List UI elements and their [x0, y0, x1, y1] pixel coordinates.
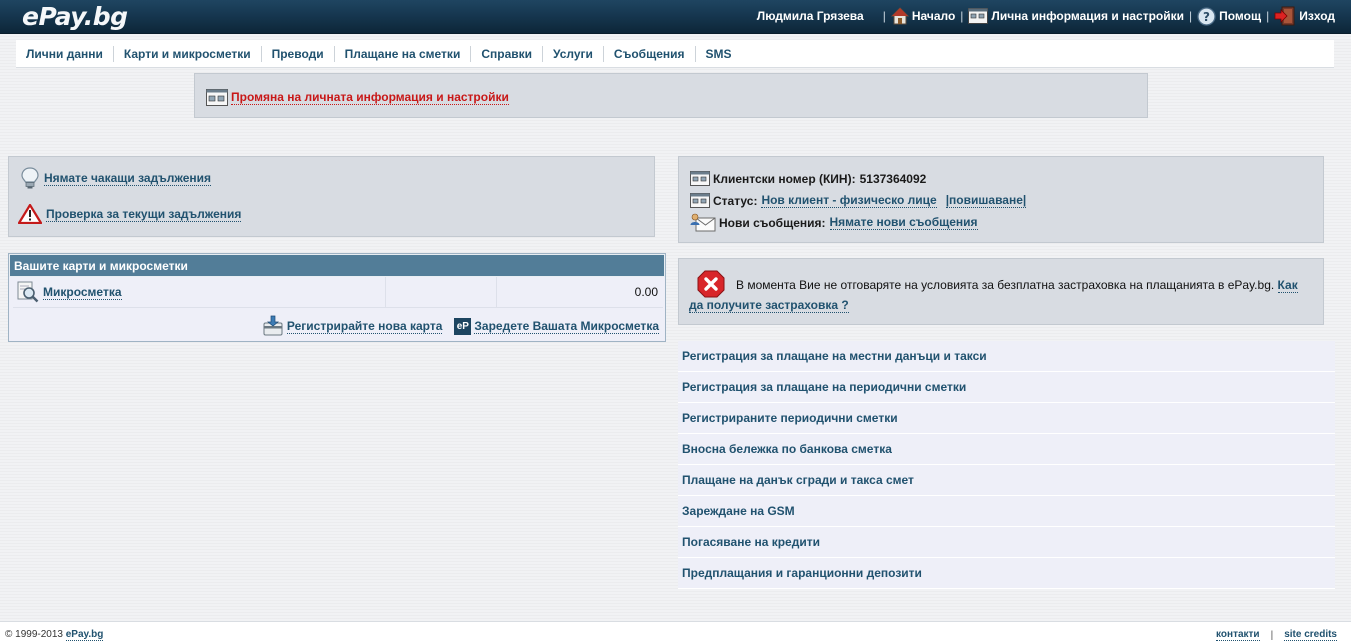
messages-row: Нови съобщения: Нямате нови съобщения — [690, 213, 978, 232]
check-obligations-row: Проверка за текущи задължения — [18, 204, 242, 224]
client-number-value: 5137364092 — [859, 171, 927, 186]
svg-text:?: ? — [1203, 10, 1210, 24]
id-window-icon — [690, 171, 710, 186]
service-link-prepayments[interactable]: Предплащания и гаранционни депозити — [682, 566, 922, 580]
help-icon: ? — [1197, 6, 1216, 26]
epay-badge-icon: eP — [454, 317, 472, 335]
settings-window-icon — [206, 89, 228, 106]
insurance-message: В момента Вие не отговаряте на условията… — [736, 278, 1275, 292]
contacts-link[interactable]: контакти — [1216, 629, 1260, 641]
home-icon — [890, 7, 909, 25]
nav-item-reports[interactable]: Справки — [471, 45, 544, 62]
mail-user-icon — [690, 213, 716, 232]
register-card-icon — [263, 315, 283, 336]
user-bar: Людмила Грязева | Начало | Лична информа… — [757, 6, 1335, 26]
copyright: © 1999-2013 ePay.bg — [5, 629, 104, 641]
settings-link[interactable]: Лична информация и настройки — [968, 8, 1184, 24]
new-messages-link[interactable]: Нямате нови съобщения — [829, 215, 978, 230]
user-name: Людмила Грязева — [756, 9, 864, 23]
status-row: Статус: Нов клиент - физическо лице |пов… — [690, 193, 1027, 208]
site-credits-link[interactable]: site credits — [1284, 629, 1337, 641]
list-item: Регистрация за плащане на местни данъци … — [678, 341, 1335, 372]
nav-item-transfers[interactable]: Преводи — [262, 45, 335, 62]
home-label: Начало — [911, 9, 956, 23]
topup-microaccount-link[interactable]: Заредете Вашата Микросметка — [474, 319, 659, 334]
settings-window-icon — [968, 8, 989, 24]
card-info-cell — [386, 277, 497, 307]
footer-brand-link[interactable]: ePay.bg — [65, 629, 104, 641]
top-header: ePay.bg Людмила Грязева | Начало | Лична… — [0, 0, 1351, 34]
settings-notice-row: Промяна на личната информация и настройк… — [206, 89, 509, 106]
separator: | — [1266, 9, 1270, 23]
services-links-panel: Регистрация за плащане на местни данъци … — [678, 341, 1335, 589]
list-item: Предплащания и гаранционни депозити — [678, 558, 1335, 589]
list-item: Вносна бележка по банкова сметка — [678, 434, 1335, 465]
upgrade-link[interactable]: |повишаване| — [945, 193, 1027, 208]
list-item: Регистрация за плащане на периодични сме… — [678, 372, 1335, 403]
card-name-cell: Микросметка — [13, 277, 386, 307]
magnifier-icon — [17, 281, 39, 303]
copyright-text: © 1999-2013 — [5, 629, 63, 640]
client-info-panel: Клиентски номер (КИН): 5137364092 Статус… — [678, 156, 1324, 243]
service-link-building-tax[interactable]: Плащане на данък сгради и такса смет — [682, 473, 914, 487]
card-balance-cell: 0.00 — [634, 285, 658, 299]
nav-item-cards[interactable]: Карти и микросметки — [114, 45, 262, 62]
settings-notice-panel: Промяна на личната информация и настройк… — [194, 73, 1148, 118]
nav-item-services[interactable]: Услуги — [543, 45, 604, 62]
separator: | — [1270, 629, 1274, 641]
microaccount-link[interactable]: Микросметка — [43, 285, 122, 300]
list-item: Зареждане на GSM — [678, 496, 1335, 527]
table-row: Микросметка 0.00 — [13, 277, 663, 308]
new-messages-label: Нови съобщения: — [719, 215, 826, 230]
main-nav: Лични данни Карти и микросметки Преводи … — [16, 40, 1334, 68]
list-item: Погасяване на кредити — [678, 527, 1335, 558]
no-pending-obligations-link[interactable]: Нямате чакащи задължения — [44, 171, 212, 186]
list-item: Регистрираните периодични сметки — [678, 403, 1335, 434]
client-number-row: Клиентски номер (КИН): 5137364092 — [690, 171, 926, 186]
help-label: Помощ — [1219, 9, 1262, 23]
footer-links: контакти | site credits — [1216, 629, 1337, 641]
nav-item-bill-payment[interactable]: Плащане на сметки — [335, 45, 472, 62]
client-number-label: Клиентски номер (КИН): — [713, 171, 856, 186]
status-label: Статус: — [713, 193, 758, 208]
logout-icon — [1274, 6, 1295, 26]
service-link-registered-periodic[interactable]: Регистрираните периодични сметки — [682, 411, 898, 425]
register-new-card-link[interactable]: Регистрирайте нова карта — [286, 319, 443, 334]
status-value-link[interactable]: Нов клиент - физическо лице — [761, 193, 937, 208]
cards-panel-title: Вашите карти и микросметки — [9, 254, 665, 277]
topup-action: eP Заредете Вашата Микросметка — [454, 317, 659, 335]
obligations-panel: Нямате чакащи задължения Проверка за тек… — [8, 156, 655, 237]
nav-item-personal-data[interactable]: Лични данни — [16, 45, 114, 62]
cards-panel: Вашите карти и микросметки Микросметка 0… — [8, 253, 666, 342]
settings-label: Лична информация и настройки — [991, 9, 1184, 23]
service-link-loan-repayment[interactable]: Погасяване на кредити — [682, 535, 820, 549]
separator: | — [882, 9, 886, 23]
home-link[interactable]: Начало — [890, 7, 956, 25]
check-current-obligations-link[interactable]: Проверка за текущи задължения — [46, 207, 242, 222]
logout-link[interactable]: Изход — [1274, 6, 1335, 26]
cards-actions: Регистрирайте нова карта eP Заредете Ваш… — [250, 315, 659, 337]
epay-logo[interactable]: ePay.bg — [22, 2, 128, 31]
nav-item-messages[interactable]: Съобщения — [604, 45, 696, 62]
service-link-gsm-topup[interactable]: Зареждане на GSM — [682, 504, 795, 518]
service-link-local-taxes[interactable]: Регистрация за плащане на местни данъци … — [682, 349, 987, 363]
list-item: Плащане на данък сгради и такса смет — [678, 465, 1335, 496]
service-link-periodic-registration[interactable]: Регистрация за плащане на периодични сме… — [682, 380, 966, 394]
page-footer: © 1999-2013 ePay.bg контакти | site cred… — [0, 621, 1351, 643]
help-link[interactable]: ? Помощ — [1197, 6, 1262, 26]
logout-label: Изход — [1299, 9, 1335, 23]
service-link-bank-deposit-slip[interactable]: Вносна бележка по банкова сметка — [682, 442, 892, 456]
no-pending-row: Нямате чакащи задължения — [20, 167, 212, 189]
separator: | — [1189, 9, 1193, 23]
insurance-notice-text: В момента Вие не отговаряте на условията… — [689, 275, 1311, 315]
separator: | — [960, 9, 964, 23]
warning-icon — [18, 204, 42, 224]
status-window-icon — [690, 193, 710, 208]
register-card-action: Регистрирайте нова карта — [262, 315, 443, 337]
insurance-notice-panel: В момента Вие не отговаряте на условията… — [678, 258, 1324, 325]
lightbulb-icon — [21, 167, 39, 189]
nav-item-sms[interactable]: SMS — [696, 46, 742, 62]
change-settings-link[interactable]: Промяна на личната информация и настройк… — [231, 90, 509, 105]
